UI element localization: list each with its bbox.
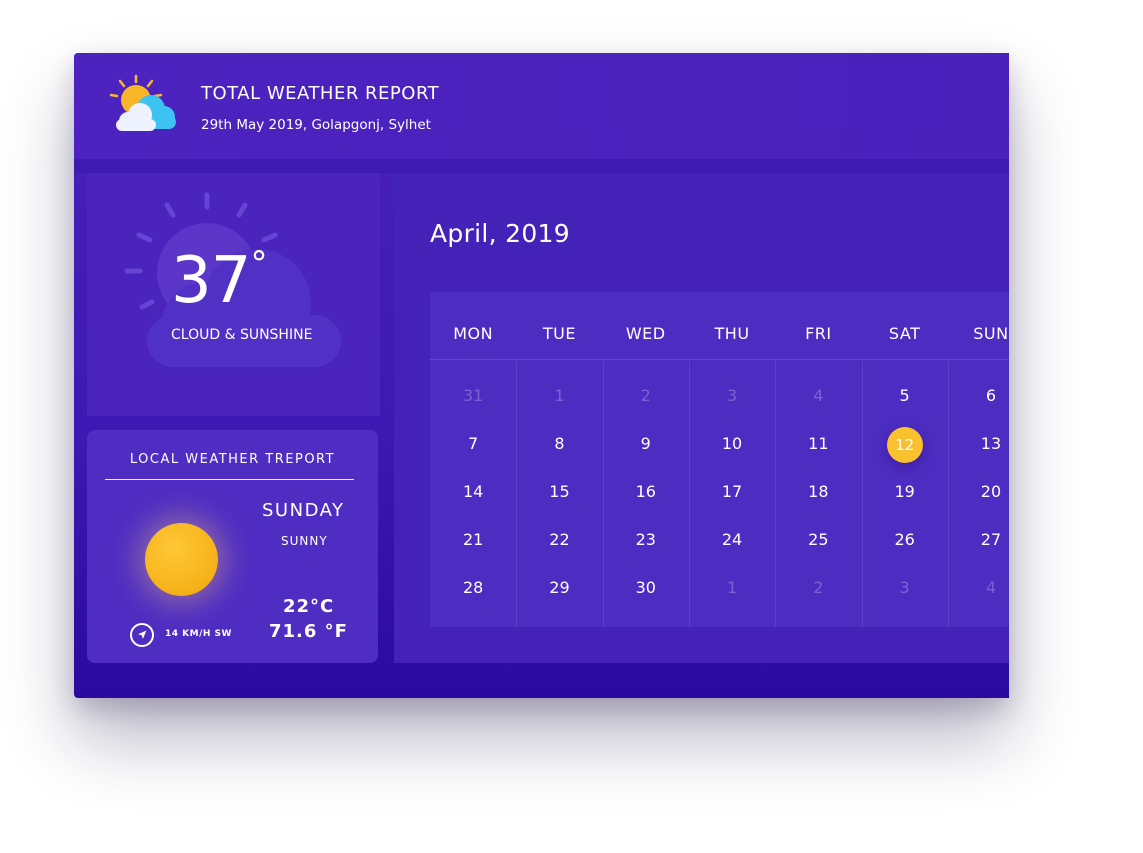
sun-icon bbox=[145, 523, 218, 596]
section-divider bbox=[74, 159, 1009, 173]
current-weather-card: 37° CLOUD & SUNSHINE bbox=[87, 173, 380, 416]
calendar-day-outside-month[interactable]: 1 bbox=[689, 564, 775, 612]
calendar-day[interactable]: 17 bbox=[689, 468, 775, 516]
temperature-fahrenheit: 71.6 °F bbox=[269, 621, 348, 642]
calendar-month-title: April, 2019 bbox=[430, 219, 570, 248]
wind-speed: 14 KM/H SW bbox=[165, 629, 232, 639]
current-temperature: 37° bbox=[171, 244, 267, 318]
report-title: TOTAL WEATHER REPORT bbox=[201, 83, 440, 104]
calendar-day-outside-month[interactable]: 4 bbox=[948, 564, 1009, 612]
calendar-day[interactable]: 19 bbox=[862, 468, 948, 516]
calendar-panel: April, 2019 MON TUE WED THU FRI SAT SUN 31 1 2 3 4… bbox=[394, 173, 1009, 663]
temperature-celsius: 22°C bbox=[283, 596, 335, 617]
title-underline bbox=[105, 479, 354, 480]
calendar-day[interactable]: 16 bbox=[603, 468, 689, 516]
weekday-header-row: MON TUE WED THU FRI SAT SUN bbox=[430, 292, 1009, 360]
calendar-day[interactable]: 14 bbox=[430, 468, 516, 516]
calendar-day[interactable]: 5 bbox=[862, 372, 948, 420]
calendar-day[interactable]: 23 bbox=[603, 516, 689, 564]
calendar-day[interactable]: 7 bbox=[430, 420, 516, 468]
compass-icon bbox=[130, 623, 154, 647]
current-condition: CLOUD & SUNSHINE bbox=[171, 327, 313, 343]
report-date-location: 29th May 2019, Golapgonj, Sylhet bbox=[201, 117, 431, 133]
weekday-fri: FRI bbox=[805, 324, 832, 343]
calendar-day[interactable]: 8 bbox=[516, 420, 602, 468]
calendar-day[interactable]: 24 bbox=[689, 516, 775, 564]
weekday-sun: SUN bbox=[973, 324, 1009, 343]
calendar-day[interactable]: 28 bbox=[430, 564, 516, 612]
day-name: SUNDAY bbox=[262, 500, 345, 521]
selected-day-highlight: 12 bbox=[886, 426, 923, 463]
day-condition: SUNNY bbox=[281, 534, 328, 548]
weekday-sat: SAT bbox=[888, 324, 921, 343]
calendar-day[interactable]: 22 bbox=[516, 516, 602, 564]
calendar-day[interactable]: 13 bbox=[948, 420, 1009, 468]
calendar-day[interactable]: 27 bbox=[948, 516, 1009, 564]
partly-cloudy-icon bbox=[109, 74, 176, 131]
calendar-day[interactable]: 29 bbox=[516, 564, 602, 612]
weather-dashboard: TOTAL WEATHER REPORT 29th May 2019, Gola… bbox=[74, 53, 1009, 698]
calendar-grid: MON TUE WED THU FRI SAT SUN 31 1 2 3 4 5 6 7 8 9 10 11 12 1… bbox=[430, 292, 1009, 627]
calendar-day[interactable]: 6 bbox=[948, 372, 1009, 420]
calendar-day[interactable]: 9 bbox=[603, 420, 689, 468]
local-weather-title: LOCAL WEATHER TREPORT bbox=[129, 452, 336, 467]
calendar-day-outside-month[interactable]: 3 bbox=[862, 564, 948, 612]
calendar-day-outside-month[interactable]: 31 bbox=[430, 372, 516, 420]
calendar-day[interactable]: 10 bbox=[689, 420, 775, 468]
calendar-day[interactable]: 21 bbox=[430, 516, 516, 564]
weekday-mon: MON bbox=[453, 324, 494, 343]
calendar-day[interactable]: 18 bbox=[775, 468, 861, 516]
calendar-day-selected[interactable]: 12 bbox=[862, 420, 948, 468]
local-weather-card: LOCAL WEATHER TREPORT SUNDAY SUNNY 22°C … bbox=[87, 430, 378, 663]
calendar-day[interactable]: 20 bbox=[948, 468, 1009, 516]
weekday-wed: WED bbox=[625, 324, 666, 343]
header: TOTAL WEATHER REPORT 29th May 2019, Gola… bbox=[74, 53, 1009, 159]
calendar-day-outside-month[interactable]: 4 bbox=[775, 372, 861, 420]
calendar-day[interactable]: 25 bbox=[775, 516, 861, 564]
calendar-day-outside-month[interactable]: 1 bbox=[516, 372, 602, 420]
weekday-tue: TUE bbox=[542, 324, 576, 343]
calendar-day-outside-month[interactable]: 2 bbox=[603, 372, 689, 420]
calendar-day-outside-month[interactable]: 3 bbox=[689, 372, 775, 420]
calendar-day-outside-month[interactable]: 2 bbox=[775, 564, 861, 612]
calendar-day[interactable]: 30 bbox=[603, 564, 689, 612]
calendar-day[interactable]: 26 bbox=[862, 516, 948, 564]
calendar-day[interactable]: 11 bbox=[775, 420, 861, 468]
calendar-day[interactable]: 15 bbox=[516, 468, 602, 516]
weekday-thu: THU bbox=[714, 324, 750, 343]
